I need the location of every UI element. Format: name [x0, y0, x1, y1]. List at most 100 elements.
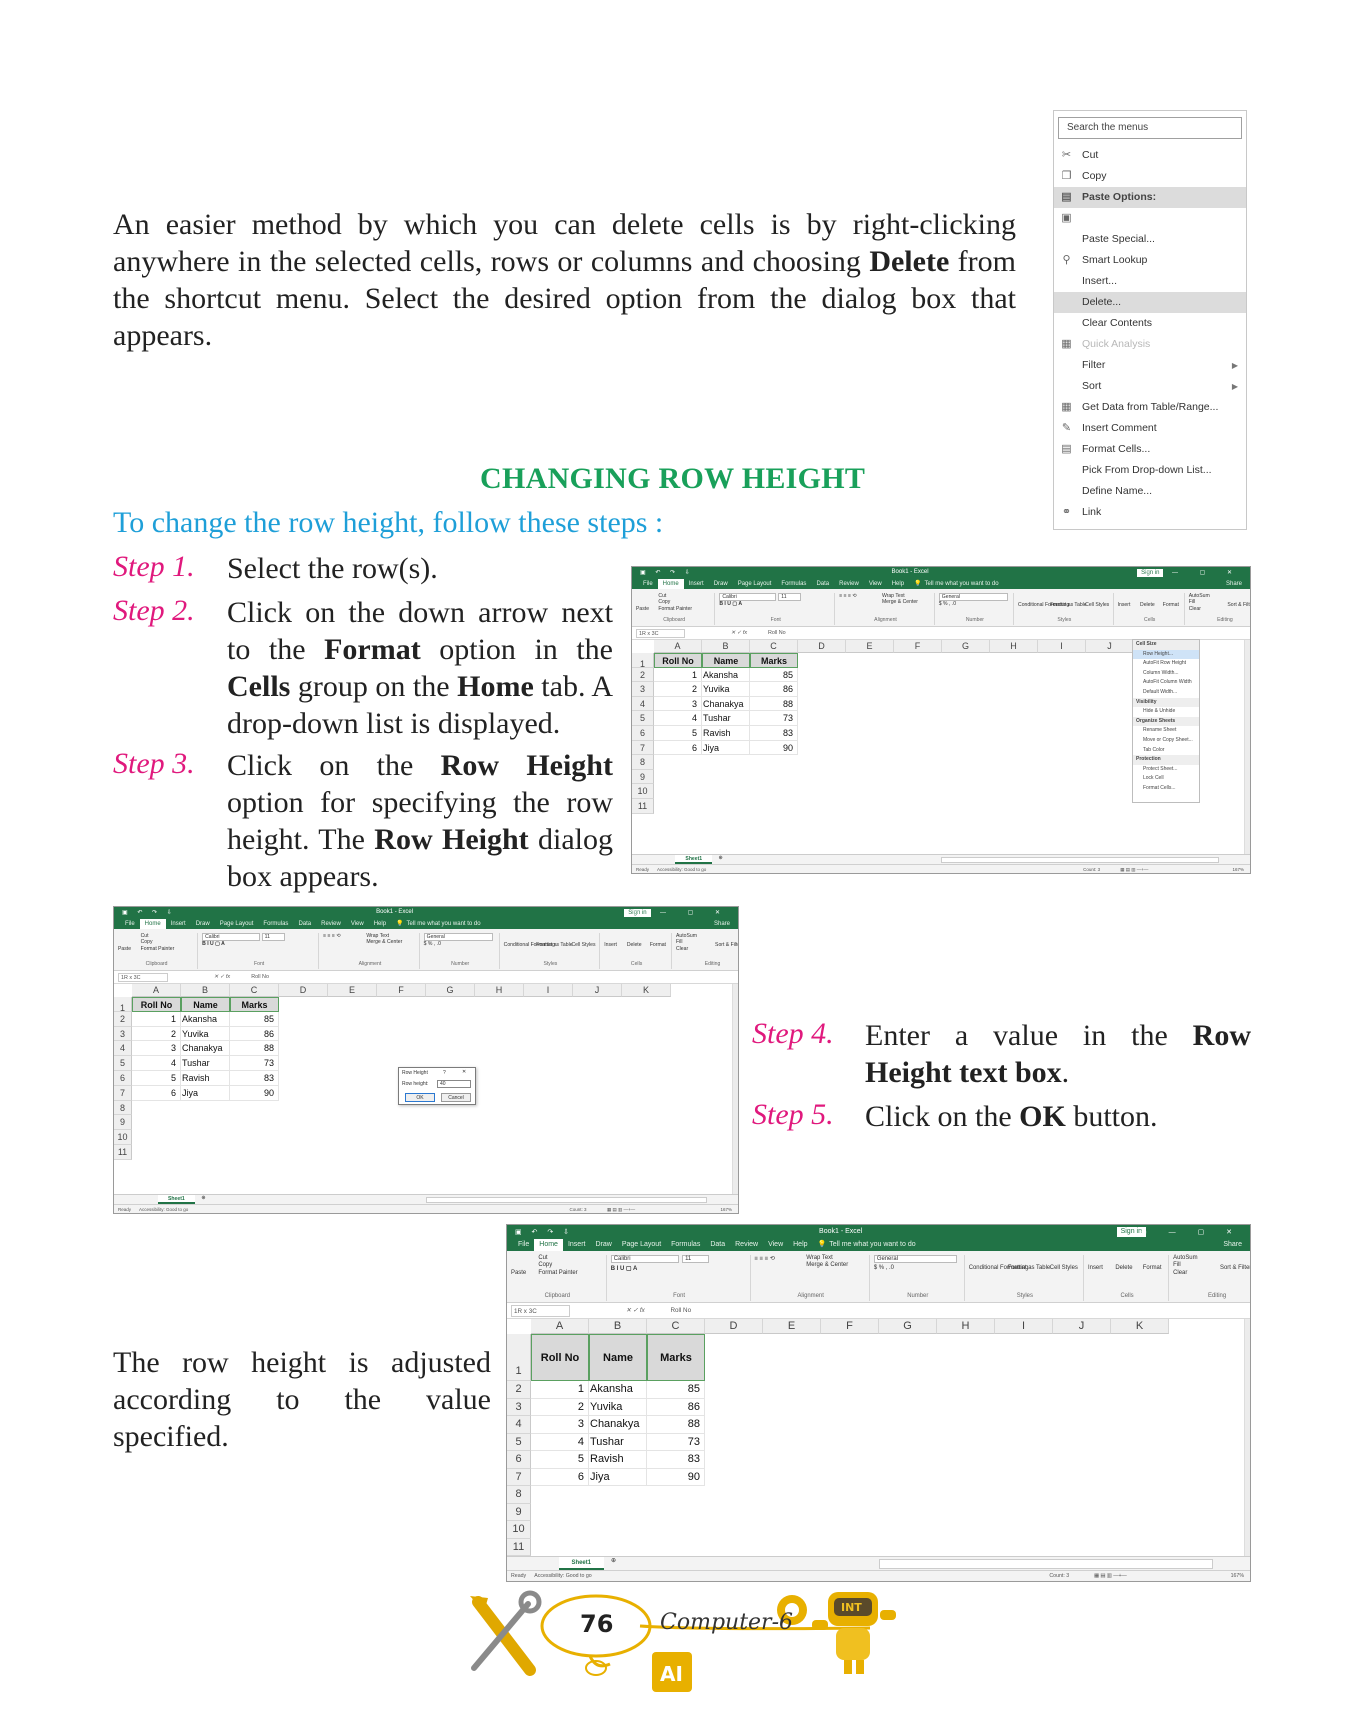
column-header[interactable]: G — [426, 984, 475, 997]
cell-marks[interactable]: 90 — [647, 1468, 705, 1486]
add-sheet-button[interactable]: ⊕ — [611, 1557, 616, 1564]
column-header[interactable]: A — [132, 984, 181, 997]
row-header[interactable]: 7 — [114, 1085, 132, 1101]
cell-name[interactable]: Akansha — [181, 1011, 230, 1027]
context-menu-item[interactable]: ❐ Copy — [1054, 166, 1246, 187]
cell-name[interactable]: Ravish — [589, 1451, 647, 1469]
row-header[interactable]: 4 — [507, 1416, 531, 1434]
paste-button[interactable]: Paste — [118, 946, 131, 952]
wrap-text-button[interactable]: Wrap Text — [882, 593, 905, 599]
context-menu-item[interactable]: ⚲ Smart Lookup — [1054, 250, 1246, 271]
cell-roll-no[interactable]: 2 — [132, 1026, 181, 1042]
column-header[interactable]: G — [879, 1319, 937, 1334]
view-buttons[interactable]: ▦ ▤ ▥ —+— — [607, 1205, 635, 1213]
worksheet-grid[interactable]: ABCDEFGHIJK1Roll NoNameMarks21Akansha853… — [507, 1319, 1250, 1556]
tab-file[interactable]: File — [513, 1239, 534, 1251]
cell-roll-no[interactable]: 6 — [654, 740, 702, 756]
tab-review[interactable]: Review — [834, 579, 864, 589]
table-header-cell[interactable]: Marks — [230, 997, 279, 1012]
table-header-cell[interactable]: Roll No — [531, 1334, 589, 1381]
column-header[interactable]: H — [937, 1319, 995, 1334]
format-menu-item[interactable]: AutoFit Row Height — [1133, 659, 1199, 669]
row-header[interactable]: 5 — [632, 711, 654, 726]
tab-formulas[interactable]: Formulas — [776, 579, 811, 589]
merge-center-button[interactable]: Merge & Center — [806, 1262, 848, 1268]
column-header[interactable]: C — [750, 640, 798, 653]
cell-marks[interactable]: 83 — [230, 1071, 279, 1086]
tab-review[interactable]: Review — [730, 1239, 763, 1251]
cell-name[interactable]: Tushar — [181, 1056, 230, 1071]
row-header[interactable]: 6 — [507, 1451, 531, 1469]
column-header[interactable]: D — [705, 1319, 763, 1334]
sort-filter-button[interactable]: Sort & Filter — [1227, 602, 1250, 608]
delete-cells-button[interactable]: Delete — [627, 942, 642, 948]
cell-roll-no[interactable]: 5 — [132, 1071, 181, 1086]
cell-marks[interactable]: 73 — [750, 711, 798, 726]
row-header[interactable]: 3 — [632, 682, 654, 697]
font-size-dropdown[interactable]: 11 — [682, 1255, 710, 1263]
window-controls[interactable]: ▭ — ▢ ✕ — [1140, 1228, 1242, 1236]
tab-help[interactable]: Help — [887, 579, 909, 589]
tab-help[interactable]: Help — [788, 1239, 812, 1251]
clear-button[interactable]: Clear — [1173, 1270, 1187, 1276]
cell-name[interactable]: Ravish — [702, 726, 750, 741]
column-header[interactable]: F — [377, 984, 426, 997]
cell-name[interactable]: Jiya — [589, 1468, 647, 1486]
column-header[interactable]: H — [990, 640, 1038, 653]
cell-roll-no[interactable]: 5 — [654, 726, 702, 741]
column-header[interactable]: F — [821, 1319, 879, 1334]
column-header[interactable]: I — [995, 1319, 1053, 1334]
tab-file[interactable]: File — [120, 919, 140, 929]
cell-name[interactable]: Akansha — [589, 1381, 647, 1399]
number-format-dropdown[interactable]: General — [423, 933, 494, 941]
format-as-table-button[interactable]: Format as Table — [1050, 602, 1086, 608]
column-header[interactable]: E — [846, 640, 894, 653]
tell-me-search[interactable]: 💡 Tell me what you want to do — [391, 919, 486, 929]
cell-marks[interactable]: 83 — [647, 1451, 705, 1469]
cell-marks[interactable]: 73 — [647, 1433, 705, 1451]
cell-marks[interactable]: 85 — [647, 1381, 705, 1399]
horizontal-scrollbar[interactable] — [941, 857, 1220, 863]
bold-italic-underline-buttons[interactable]: B I U ▢ A — [202, 941, 225, 947]
paste-button[interactable]: Paste — [636, 606, 649, 612]
cell-name[interactable]: Chanakya — [181, 1041, 230, 1057]
sort-filter-button[interactable]: Sort & Filter — [1220, 1265, 1250, 1271]
table-header-cell[interactable]: Roll No — [654, 653, 702, 668]
autosum-button[interactable]: AutoSum — [676, 933, 697, 939]
format-menu-item[interactable]: Lock Cell — [1133, 774, 1199, 784]
copy-button[interactable]: Copy — [658, 599, 670, 605]
column-header[interactable]: B — [702, 640, 750, 653]
tab-home[interactable]: Home — [139, 919, 166, 929]
share-button[interactable]: Share — [1223, 1239, 1242, 1251]
format-menu-item[interactable]: Default Width... — [1133, 688, 1199, 698]
tab-help[interactable]: Help — [369, 919, 391, 929]
cell-styles-button[interactable]: Cell Styles — [571, 942, 595, 948]
context-menu-item[interactable]: ▣ — [1054, 208, 1246, 229]
column-header[interactable]: B — [181, 984, 230, 997]
cell-name[interactable]: Ravish — [181, 1071, 230, 1086]
share-button[interactable]: Share — [1226, 579, 1242, 589]
context-menu-item[interactable]: Clear Contents — [1054, 313, 1246, 334]
cell-roll-no[interactable]: 3 — [531, 1416, 589, 1434]
sheet-tab-sheet1[interactable]: Sheet1 — [157, 1195, 196, 1204]
row-header[interactable]: 7 — [632, 740, 654, 756]
horizontal-scrollbar[interactable] — [426, 1197, 707, 1203]
copy-button[interactable]: Copy — [538, 1262, 552, 1268]
cell-roll-no[interactable]: 6 — [132, 1085, 181, 1101]
cell-roll-no[interactable]: 1 — [132, 1011, 181, 1027]
tab-insert[interactable]: Insert — [684, 579, 709, 589]
cell-roll-no[interactable]: 1 — [531, 1381, 589, 1399]
name-box[interactable]: 1R x 3C — [511, 1305, 571, 1317]
format-as-table-button[interactable]: Format as Table — [1008, 1265, 1050, 1271]
format-cells-button[interactable]: Format — [1143, 1265, 1162, 1271]
wrap-text-button[interactable]: Wrap Text — [366, 933, 389, 939]
column-header[interactable]: H — [475, 984, 524, 997]
tab-draw[interactable]: Draw — [709, 579, 733, 589]
sort-filter-button[interactable]: Sort & Filter — [715, 942, 738, 948]
column-header[interactable]: A — [531, 1319, 589, 1334]
row-header[interactable]: 2 — [114, 1011, 132, 1027]
cell-marks[interactable]: 88 — [750, 696, 798, 712]
cut-button[interactable]: Cut — [658, 593, 666, 599]
column-header[interactable]: E — [328, 984, 377, 997]
horizontal-scrollbar[interactable] — [878, 1559, 1213, 1569]
